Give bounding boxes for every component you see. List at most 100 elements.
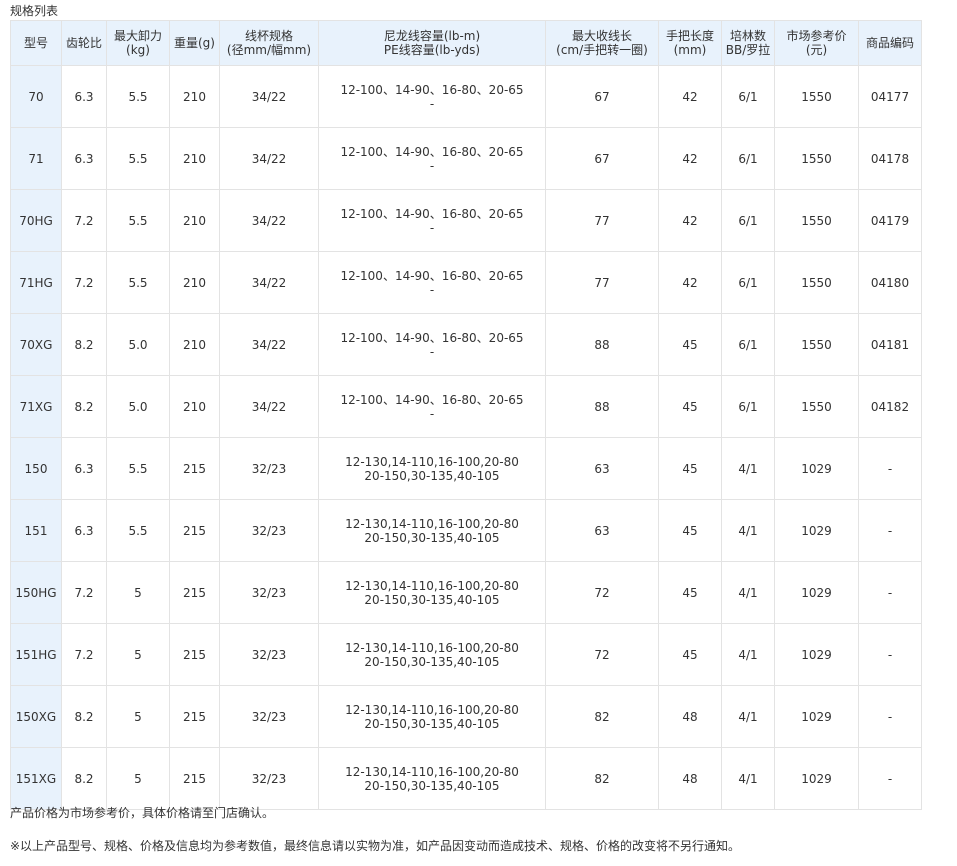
price-cell: 1550 [774, 313, 859, 376]
column-header: 齿轮比 [61, 20, 107, 66]
column-header-line1: 尼龙线容量(lb-m) [383, 29, 481, 43]
product-code-cell: - [858, 561, 922, 624]
column-header-line1: 市场参考价 [786, 29, 847, 43]
price-cell: 1550 [774, 251, 859, 314]
table-row: 150 6.3 5.5 215 32/23 12-130,14-110,16-100,20… [10, 437, 922, 500]
header-row: 型号 齿轮比 最大卸力 (kg) 重量(g) 线杯规格 (径mm/幅mm) 尼龙线容量(lb-… [10, 20, 922, 66]
column-header-line2: (cm/手把转一圈) [556, 43, 648, 57]
column-header-line2: PE线容量(lb-yds) [383, 43, 481, 57]
pe-capacity: - [429, 220, 435, 235]
weight-cell: 210 [169, 65, 220, 128]
line-capacity-cell: 12-100、14-90、16-80、20-65- [318, 189, 546, 252]
bearings-cell: 4/1 [721, 561, 775, 624]
nylon-capacity: 12-130,14-110,16-100,20-80 [345, 578, 519, 593]
weight-cell: 210 [169, 313, 220, 376]
column-header: 培林数 BB/罗拉 [721, 20, 775, 66]
handle-length-cell: 42 [658, 127, 722, 190]
nylon-capacity: 12-100、14-90、16-80、20-65 [340, 268, 524, 283]
handle-length-cell: 42 [658, 189, 722, 252]
max-drag-cell: 5.5 [106, 499, 170, 562]
table-row: 151HG 7.2 5 215 32/23 12-130,14-110,16-100,20… [10, 623, 922, 686]
pe-capacity: - [429, 282, 435, 297]
column-header: 最大收线长 (cm/手把转一圈) [545, 20, 659, 66]
price-cell: 1029 [774, 685, 859, 748]
pe-capacity: 20-150,30-135,40-105 [364, 778, 500, 793]
gear-ratio-cell: 6.3 [61, 437, 107, 500]
column-header: 最大卸力 (kg) [106, 20, 170, 66]
bearings-cell: 6/1 [721, 127, 775, 190]
bearings-cell: 6/1 [721, 189, 775, 252]
disclaimer-note: ※以上产品型号、规格、价格及信息均为参考数值，最终信息请以实物为准，如产品因变动… [10, 839, 741, 853]
column-header: 线杯规格 (径mm/幅mm) [219, 20, 319, 66]
product-code-cell: - [858, 685, 922, 748]
model-cell: 150HG [10, 561, 62, 624]
max-drag-cell: 5.5 [106, 251, 170, 314]
gear-ratio-cell: 8.2 [61, 313, 107, 376]
table-row: 151XG 8.2 5 215 32/23 12-130,14-110,16-100,20… [10, 747, 922, 810]
product-code-cell: - [858, 437, 922, 500]
column-header-line1: 最大收线长 [571, 29, 632, 43]
column-header: 市场参考价 (元) [774, 20, 859, 66]
pe-capacity: 20-150,30-135,40-105 [364, 530, 500, 545]
bearings-cell: 4/1 [721, 747, 775, 810]
table-row: 71 6.3 5.5 210 34/22 12-100、14-90、16-80、20-65… [10, 127, 922, 190]
retrieve-cell: 82 [545, 685, 659, 748]
line-capacity-cell: 12-130,14-110,16-100,20-80 20-150,30-135,… [318, 685, 546, 748]
pe-capacity: - [429, 158, 435, 173]
nylon-capacity: 12-130,14-110,16-100,20-80 [345, 702, 519, 717]
pe-capacity: 20-150,30-135,40-105 [364, 592, 500, 607]
retrieve-cell: 67 [545, 127, 659, 190]
handle-length-cell: 45 [658, 437, 722, 500]
table-row: 71XG 8.2 5.0 210 34/22 12-100、14-90、16-80、20-… [10, 375, 922, 438]
weight-cell: 210 [169, 127, 220, 190]
model-cell: 70XG [10, 313, 62, 376]
nylon-capacity: 12-130,14-110,16-100,20-80 [345, 454, 519, 469]
retrieve-cell: 88 [545, 375, 659, 438]
max-drag-cell: 5.0 [106, 313, 170, 376]
spool-cell: 32/23 [219, 747, 319, 810]
handle-length-cell: 45 [658, 561, 722, 624]
bearings-cell: 6/1 [721, 251, 775, 314]
handle-length-cell: 42 [658, 251, 722, 314]
model-cell: 150 [10, 437, 62, 500]
model-cell: 71HG [10, 251, 62, 314]
spool-cell: 34/22 [219, 127, 319, 190]
gear-ratio-cell: 6.3 [61, 499, 107, 562]
price-cell: 1029 [774, 499, 859, 562]
gear-ratio-cell: 7.2 [61, 561, 107, 624]
max-drag-cell: 5 [106, 747, 170, 810]
handle-length-cell: 48 [658, 747, 722, 810]
price-cell: 1550 [774, 189, 859, 252]
price-cell: 1029 [774, 747, 859, 810]
nylon-capacity: 12-100、14-90、16-80、20-65 [340, 330, 524, 345]
column-header-line2: BB/罗拉 [725, 43, 771, 57]
column-header: 手把长度 (mm) [658, 20, 722, 66]
weight-cell: 215 [169, 747, 220, 810]
column-header: 商品编码 [858, 20, 922, 66]
table-row: 70HG 7.2 5.5 210 34/22 12-100、14-90、16-80、20-… [10, 189, 922, 252]
table-row: 151 6.3 5.5 215 32/23 12-130,14-110,16-100,20… [10, 499, 922, 562]
column-header-line2: (径mm/幅mm) [226, 43, 312, 57]
retrieve-cell: 67 [545, 65, 659, 128]
pe-capacity: - [429, 96, 435, 111]
nylon-capacity: 12-130,14-110,16-100,20-80 [345, 516, 519, 531]
retrieve-cell: 88 [545, 313, 659, 376]
price-cell: 1029 [774, 623, 859, 686]
line-capacity-cell: 12-130,14-110,16-100,20-80 20-150,30-135,… [318, 499, 546, 562]
weight-cell: 215 [169, 561, 220, 624]
product-code-cell: - [858, 499, 922, 562]
gear-ratio-cell: 8.2 [61, 375, 107, 438]
product-code-cell: 04177 [858, 65, 922, 128]
weight-cell: 215 [169, 623, 220, 686]
weight-cell: 215 [169, 499, 220, 562]
bearings-cell: 6/1 [721, 313, 775, 376]
gear-ratio-cell: 6.3 [61, 127, 107, 190]
price-cell: 1550 [774, 127, 859, 190]
max-drag-cell: 5 [106, 561, 170, 624]
section-title: 规格列表 [10, 4, 59, 18]
model-cell: 150XG [10, 685, 62, 748]
line-capacity-cell: 12-100、14-90、16-80、20-65- [318, 65, 546, 128]
handle-length-cell: 45 [658, 313, 722, 376]
spool-cell: 32/23 [219, 437, 319, 500]
table-body: 70 6.3 5.5 210 34/22 12-100、14-90、16-80、20-65… [10, 65, 922, 810]
